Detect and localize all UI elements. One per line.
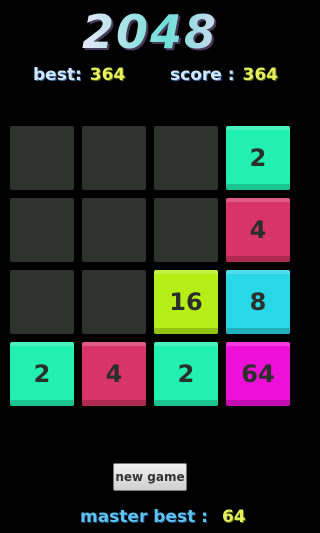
game-board[interactable]: 2 4 16 8 2 4 2 64 — [10, 126, 290, 406]
best-label: best: — [33, 65, 82, 85]
empty-cell — [10, 198, 74, 262]
game-title: 2048 — [0, 6, 300, 58]
tile-64: 64 — [226, 342, 290, 406]
score-label: score : — [170, 65, 235, 85]
empty-cell — [82, 270, 146, 334]
master-best: master best : 64 — [80, 506, 246, 528]
tile-2: 2 — [226, 126, 290, 190]
score-value: 364 — [242, 65, 279, 85]
tile-4: 4 — [226, 198, 290, 262]
tile-8: 8 — [226, 270, 290, 334]
empty-cell — [82, 126, 146, 190]
empty-cell — [10, 270, 74, 334]
best-score: best: 364 — [33, 64, 125, 86]
tile-4: 4 — [82, 342, 146, 406]
empty-cell — [154, 198, 218, 262]
tile-16: 16 — [154, 270, 218, 334]
empty-cell — [10, 126, 74, 190]
master-best-value: 64 — [221, 507, 246, 527]
current-score: score : 364 — [170, 64, 278, 86]
best-value: 364 — [89, 65, 126, 85]
empty-cell — [154, 126, 218, 190]
tile-2: 2 — [10, 342, 74, 406]
master-best-label: master best : — [80, 507, 208, 527]
new-game-button[interactable]: new game — [113, 463, 187, 491]
tile-2: 2 — [154, 342, 218, 406]
empty-cell — [82, 198, 146, 262]
